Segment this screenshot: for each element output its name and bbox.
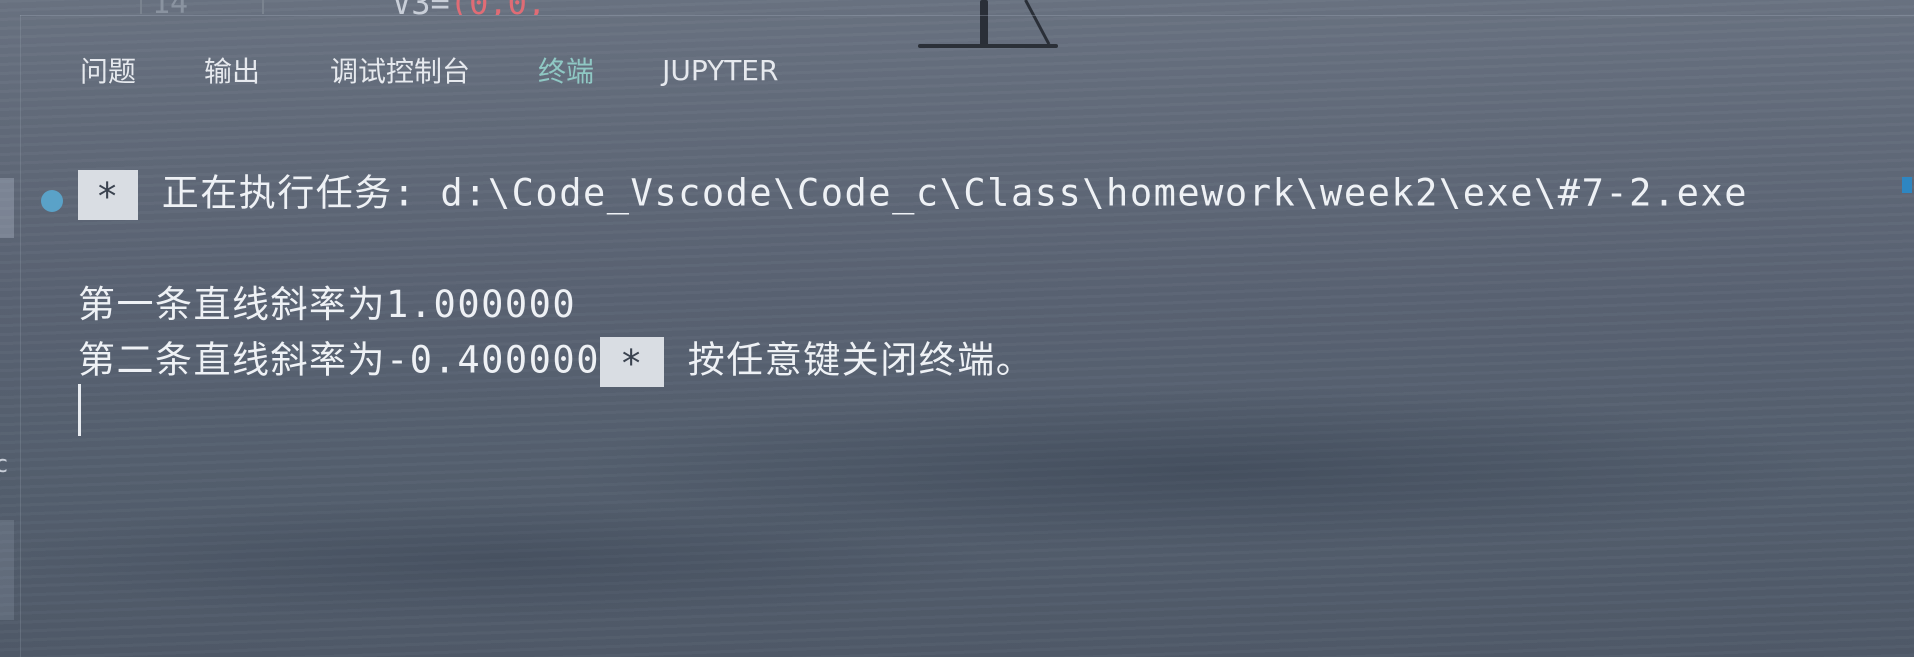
code-value: (0,0, [450,0,546,15]
panel-border-left [20,15,21,657]
panel-border [20,15,1914,16]
tab-terminal[interactable]: 终端 [538,50,594,90]
editor-strip: 14 V3=(0,0, [0,0,1914,15]
sidebar-indicator [0,520,14,620]
output-line-close: 第二条直线斜率为-0.400000 * 按任意键关闭终端。 [78,337,1034,387]
background-image [0,0,1914,657]
tab-problems[interactable]: 问题 [80,50,136,90]
left-gutter-glyph: c [0,450,9,478]
code-prefix: V3= [392,0,450,15]
task-status-dot-icon [41,190,63,212]
gutter-divider [140,0,142,14]
background-figure [980,0,988,48]
task-text: 正在执行任务: d:\Code_Vscode\Code_c\Class\home… [161,171,1749,215]
background-board [918,44,1058,48]
task-line: * 正在执行任务: d:\Code_Vscode\Code_c\Class\hom… [78,170,1748,220]
code-line: V3=(0,0, [392,0,546,15]
sidebar-indicator [0,178,14,238]
scrollbar-marker[interactable] [1902,177,1912,193]
close-badge: * [599,337,664,387]
task-badge: * [78,170,138,220]
tab-jupyter[interactable]: JUPYTER [662,54,778,87]
close-prompt: 按任意键关闭终端。 [687,338,1035,382]
terminal-cursor [78,384,81,436]
line-number: 14 [152,0,188,15]
output-text: 第二条直线斜率为-0.400000 [78,338,600,382]
tab-output[interactable]: 输出 [204,50,260,90]
tab-debug-console[interactable]: 调试控制台 [330,50,470,90]
panel-tabs: 问题 输出 调试控制台 终端 JUPYTER [80,48,846,92]
gutter-divider [262,0,264,14]
output-line: 第一条直线斜率为1.000000 [78,283,577,326]
